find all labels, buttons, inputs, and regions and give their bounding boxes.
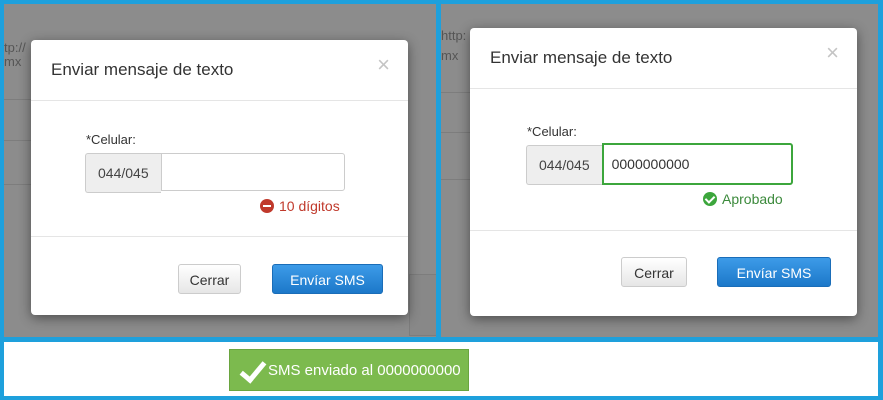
screenshot-panel-error: tp:// mx Enviar mensaje de texto × *Celu…	[4, 4, 436, 337]
screenshot-panel-approved: http: mx Enviar mensaje de texto × *Celu…	[441, 4, 878, 337]
background-url-text: mx	[4, 54, 22, 69]
validation-message: 10 dígitos	[260, 198, 340, 214]
background-url-text: http:	[441, 28, 467, 43]
close-icon[interactable]: ×	[377, 54, 390, 76]
validation-message: Aprobado	[703, 191, 783, 207]
background-divider	[4, 99, 34, 100]
check-circle-icon	[703, 192, 717, 206]
success-toast: SMS enviado al 0000000000	[229, 349, 469, 391]
validation-text: Aprobado	[722, 191, 783, 207]
background-url-text: mx	[441, 48, 459, 63]
validation-text: 10 dígitos	[279, 198, 340, 214]
error-icon	[260, 199, 274, 213]
background-divider	[441, 179, 471, 180]
close-icon[interactable]: ×	[826, 42, 839, 64]
notification-strip: SMS enviado al 0000000000	[4, 342, 878, 396]
phone-label: *Celular:	[527, 124, 577, 139]
check-icon	[238, 355, 264, 385]
sms-dialog: Enviar mensaje de texto × *Celular: 044/…	[470, 28, 857, 316]
background-divider	[4, 140, 34, 141]
sms-dialog: Enviar mensaje de texto × *Celular: 044/…	[31, 40, 408, 315]
background-divider	[441, 132, 471, 133]
phone-input-group: 044/045	[526, 143, 793, 185]
phone-input[interactable]	[160, 153, 345, 191]
dialog-title: Enviar mensaje de texto	[490, 48, 673, 67]
background-divider	[441, 92, 471, 93]
phone-input[interactable]	[601, 143, 793, 185]
background-box	[409, 274, 436, 336]
phone-prefix-addon: 044/045	[85, 153, 161, 193]
background-url-text: tp://	[4, 40, 26, 55]
send-sms-button[interactable]: Envíar SMS	[272, 264, 383, 294]
phone-prefix-addon: 044/045	[526, 145, 602, 185]
toast-message: SMS enviado al 0000000000	[268, 361, 461, 379]
close-button[interactable]: Cerrar	[178, 264, 241, 294]
dialog-footer-divider	[31, 236, 408, 237]
dialog-title: Enviar mensaje de texto	[51, 60, 234, 79]
dialog-header: Enviar mensaje de texto ×	[31, 40, 408, 101]
dialog-footer-divider	[470, 230, 857, 231]
background-divider	[4, 184, 34, 185]
dialog-header: Enviar mensaje de texto ×	[470, 28, 857, 89]
send-sms-button[interactable]: Envíar SMS	[717, 257, 831, 287]
phone-label: *Celular:	[86, 132, 136, 147]
phone-input-group: 044/045	[85, 153, 345, 193]
close-button[interactable]: Cerrar	[621, 257, 687, 287]
